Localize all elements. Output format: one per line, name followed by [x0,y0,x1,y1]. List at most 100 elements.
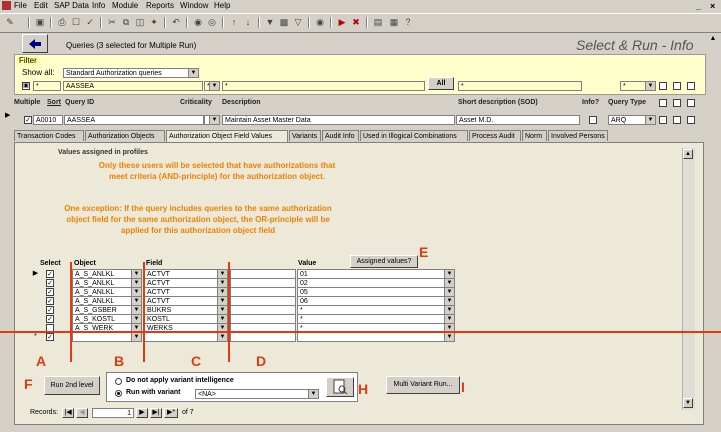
filter-star-1[interactable]: * [33,81,61,91]
panel-scroll-up-icon[interactable]: ▲ [683,149,693,159]
filter-by-form-icon[interactable]: ▩ [278,16,290,28]
row-selector[interactable] [31,305,40,314]
row-selector[interactable] [31,287,40,296]
cut-icon[interactable]: ✂ [106,16,118,28]
menu-sap-data[interactable]: SAP Data [54,1,89,10]
minimize-button[interactable]: _ [696,1,701,11]
menu-edit[interactable]: Edit [34,1,48,10]
row-select-checkbox[interactable]: ✓ [46,306,54,314]
row-select-checkbox[interactable]: ✓ [46,279,54,287]
run-with-variant-radio[interactable] [115,390,122,397]
filter-type-box-3[interactable] [687,82,695,90]
tab-audit-info[interactable]: Audit Info [322,130,359,141]
row-select-checkbox[interactable]: ✓ [46,297,54,305]
menu-module[interactable]: Module [112,1,138,10]
row-selector[interactable]: ▶ [31,269,40,278]
menu-file[interactable]: File [14,1,27,10]
query-id-field[interactable]: AASSEA [64,115,204,125]
format-painter-icon[interactable]: ✦ [148,16,160,28]
print-icon[interactable]: ⎙ [56,16,68,28]
variant-details-button[interactable] [326,377,354,397]
filter-query-id[interactable]: AASSEA [63,81,203,91]
row-select-checkbox[interactable]: ✓ [46,270,54,278]
row-selector[interactable]: * [31,332,40,341]
back-button[interactable] [22,34,48,53]
tab-authorization-objects[interactable]: Authorization Objects [85,130,165,141]
new-record-nav-icon[interactable]: ▶* [164,408,178,418]
query-info-checkbox[interactable] [589,116,597,124]
record-number-field[interactable]: 1 [92,408,134,418]
filter-type-box-2[interactable] [673,82,681,90]
query-type-select[interactable]: ARQ ▼ [608,115,656,125]
hyperlink-icon[interactable]: ◎ [206,16,218,28]
row-selector[interactable] [31,314,40,323]
close-button[interactable]: × [710,1,715,11]
menu-info[interactable]: Info [92,1,105,10]
no-variant-radio[interactable] [115,378,122,385]
tab-transaction-codes[interactable]: Transaction Codes [14,130,84,141]
last-record-icon[interactable]: ▶| [150,408,162,418]
row-select-checkbox[interactable]: ✓ [46,333,54,341]
delete-record-icon[interactable]: ✖ [350,16,362,28]
assigned-values-button[interactable]: Assigned values? [350,255,418,268]
all-button[interactable]: All [428,77,454,90]
new-object-icon[interactable]: ▦ [388,16,400,28]
query-type-box-2[interactable] [673,116,681,124]
row-value-field[interactable]: ▼ [297,332,455,342]
menu-window[interactable]: Window [180,1,208,10]
multiple-checkbox[interactable]: ✓ [24,116,32,124]
filter-description[interactable]: * [222,81,425,91]
variant-select[interactable]: <NA> ▼ [195,389,319,399]
help-icon[interactable]: ? [402,16,414,28]
print-preview-icon[interactable]: ☐ [70,16,82,28]
prev-record-icon[interactable]: ◀ [76,408,88,418]
tab-illogical-combinations[interactable]: Used in Illogical Combinations [360,130,468,141]
panel-scrollbar[interactable] [682,148,695,410]
row-object-field[interactable]: ▼ [72,332,142,342]
show-all-select[interactable]: Standard Authorization queries ▼ [63,68,199,78]
web-icon[interactable]: ◉ [192,16,204,28]
multi-variant-run-button[interactable]: Multi Variant Run... [386,376,460,394]
copy-icon[interactable]: ⧉ [120,16,132,28]
sort-descending-icon[interactable]: ↓ [242,16,254,28]
filter-by-selection-icon[interactable]: ▼ [264,16,276,28]
database-window-icon[interactable]: ▤ [372,16,384,28]
row-selector[interactable] [31,278,40,287]
run-2nd-level-button[interactable]: Run 2nd level [44,376,100,395]
undo-icon[interactable]: ↶ [170,16,182,28]
tab-variants[interactable]: Variants [289,130,321,141]
filter-criticality[interactable]: *▼ [204,81,220,91]
apply-filter-icon[interactable]: ▽ [292,16,304,28]
row-field-field[interactable]: ▼ [144,332,228,342]
row-select-checkbox[interactable]: ✓ [46,288,54,296]
scroll-up-icon[interactable]: ▲ [708,35,718,45]
first-record-icon[interactable]: |◀ [62,408,74,418]
tab-process-audit[interactable]: Process Audit [469,130,521,141]
sort-ascending-icon[interactable]: ↑ [228,16,240,28]
spell-check-icon[interactable]: ✓ [84,16,96,28]
tab-auth-object-field-values[interactable]: Authorization Object Field Values [166,130,288,142]
filter-toggle-icon[interactable]: ▣ [22,82,30,90]
menu-reports[interactable]: Reports [146,1,174,10]
query-type-box-3[interactable] [687,116,695,124]
query-description[interactable]: Maintain Asset Master Data [222,115,455,125]
query-sort[interactable]: A0010 [33,115,63,125]
row-select-checkbox[interactable]: ✓ [46,315,54,323]
query-short-desc[interactable]: Asset M.D. [456,115,580,125]
filter-query-type[interactable]: * ▼ [620,81,656,91]
tab-involved-persons[interactable]: Involved Persons [548,130,608,141]
paste-icon[interactable]: ◫ [134,16,146,28]
query-type-box-1[interactable] [659,116,667,124]
row-selector[interactable] [31,296,40,305]
menu-help[interactable]: Help [214,1,230,10]
tab-norm[interactable]: Norm [522,130,547,141]
next-record-icon[interactable]: ▶ [136,408,148,418]
new-record-icon[interactable]: ▶ [336,16,348,28]
col-sort[interactable]: Sort [47,99,61,106]
design-view-icon[interactable]: ✎ [4,16,16,28]
query-criticality[interactable]: ▼ [204,115,220,125]
panel-scroll-down-icon[interactable]: ▼ [683,398,693,408]
filter-type-box-1[interactable] [659,82,667,90]
filter-short-desc[interactable]: * [458,81,582,91]
find-icon[interactable]: ◉ [314,16,326,28]
